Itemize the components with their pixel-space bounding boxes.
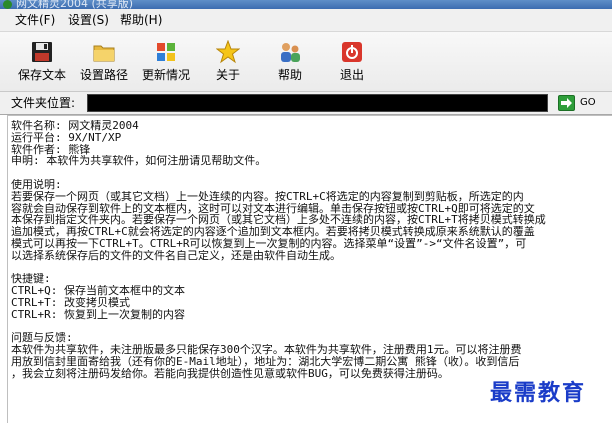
- update-status-button[interactable]: 更新情况: [140, 34, 192, 88]
- hotkey-line: CTRL+Q: 保存当前文本框中的文本: [11, 285, 185, 297]
- usage-line: 以选择系统保存后的文件的文件名自己定义，还是由软件自动生成。: [11, 249, 341, 262]
- hotkey-line: CTRL+T: 改变拷贝模式: [11, 296, 130, 309]
- menu-file[interactable]: 文件(F): [15, 13, 55, 27]
- floppy-disk-icon: [32, 42, 52, 62]
- star-icon: [216, 40, 240, 64]
- folder-location-label: 文件夹位置:: [11, 96, 76, 110]
- usage-line: 若要保存一个网页（或其它文档）上一处连续的内容。按CTRL+C将选定的内容复制到…: [11, 190, 524, 203]
- feedback-line: 本软件为共享软件，未注册版最多只能保存300个汉字。本软件为共享软件，注册费用1…: [11, 344, 522, 356]
- usage-heading: 使用说明:: [11, 178, 62, 191]
- usage-line: 模式可以再按一下CTRL+T。CTRL+R可以恢复到上一次复制的内容。选择菜单“…: [11, 237, 527, 250]
- folder-icon: [93, 45, 115, 62]
- exit-label: 退出: [339, 68, 364, 82]
- hotkey-line: CTRL+R: 恢复到上一次复制的内容: [11, 308, 185, 321]
- about-label: 关于: [215, 68, 240, 82]
- menu-bar: 文件(F) 设置(S) 帮助(H): [0, 9, 612, 32]
- folder-location-bar: 文件夹位置: GO: [0, 92, 612, 115]
- usage-line: 容就会自动保存到软件上的文本框内，这时可以对文本进行编辑。单击保存按钮或按CTR…: [11, 202, 535, 215]
- watermark-text: 最需教育: [490, 380, 587, 406]
- windows-logo-icon: [157, 43, 175, 61]
- text-content: 软件名称: 网文精灵2004 运行平台: 9X/NT/XP 软件作者: 熊锋 申…: [11, 120, 607, 380]
- folder-location-input[interactable]: [87, 94, 548, 112]
- usage-line: 本保存到指定文件夹内。若要保存一个网页（或其它文档）上多处不连续的内容，按CTR…: [11, 214, 546, 227]
- info-line: 申明: 本软件为共享软件，如何注册请见帮助文件。: [11, 155, 267, 168]
- help-people-icon: [281, 43, 300, 62]
- feedback-line: 用放到信封里面寄给我（还有你的E-Mail地址），地址为：湖北大学宏博二期公寓 …: [11, 355, 520, 368]
- title-bar: 网文精灵2004 (共享版): [0, 0, 612, 10]
- hotkeys-heading: 快捷键:: [11, 273, 51, 286]
- go-button[interactable]: GO: [580, 97, 596, 109]
- feedback-heading: 问题与反馈:: [11, 332, 73, 345]
- save-text-label: 保存文本: [17, 68, 66, 82]
- exit-power-icon: [342, 42, 362, 62]
- help-label: 帮助: [277, 68, 302, 82]
- help-button[interactable]: 帮助: [264, 34, 316, 88]
- menu-settings[interactable]: 设置(S): [68, 13, 109, 27]
- info-line: 软件名称: 网文精灵2004: [11, 120, 139, 132]
- info-line: 运行平台: 9X/NT/XP: [11, 131, 122, 144]
- exit-button[interactable]: 退出: [326, 34, 378, 88]
- set-path-label: 设置路径: [79, 68, 128, 82]
- usage-line: 追加模式，再按CTRL+C就会将选定的内容逐个追加到文本框内。若要将拷贝模式转换…: [11, 226, 535, 238]
- go-arrow-icon[interactable]: [558, 95, 575, 111]
- menu-help[interactable]: 帮助(H): [120, 13, 162, 27]
- app-icon: [3, 0, 12, 9]
- about-button[interactable]: 关于: [202, 34, 254, 88]
- update-status-label: 更新情况: [141, 68, 190, 82]
- set-path-button[interactable]: 设置路径: [78, 34, 130, 88]
- toolbar: 保存文本 设置路径 更新情况 关于 帮助 退出: [0, 32, 612, 92]
- info-line: 软件作者: 熊锋: [11, 143, 91, 156]
- save-text-button[interactable]: 保存文本: [16, 34, 68, 88]
